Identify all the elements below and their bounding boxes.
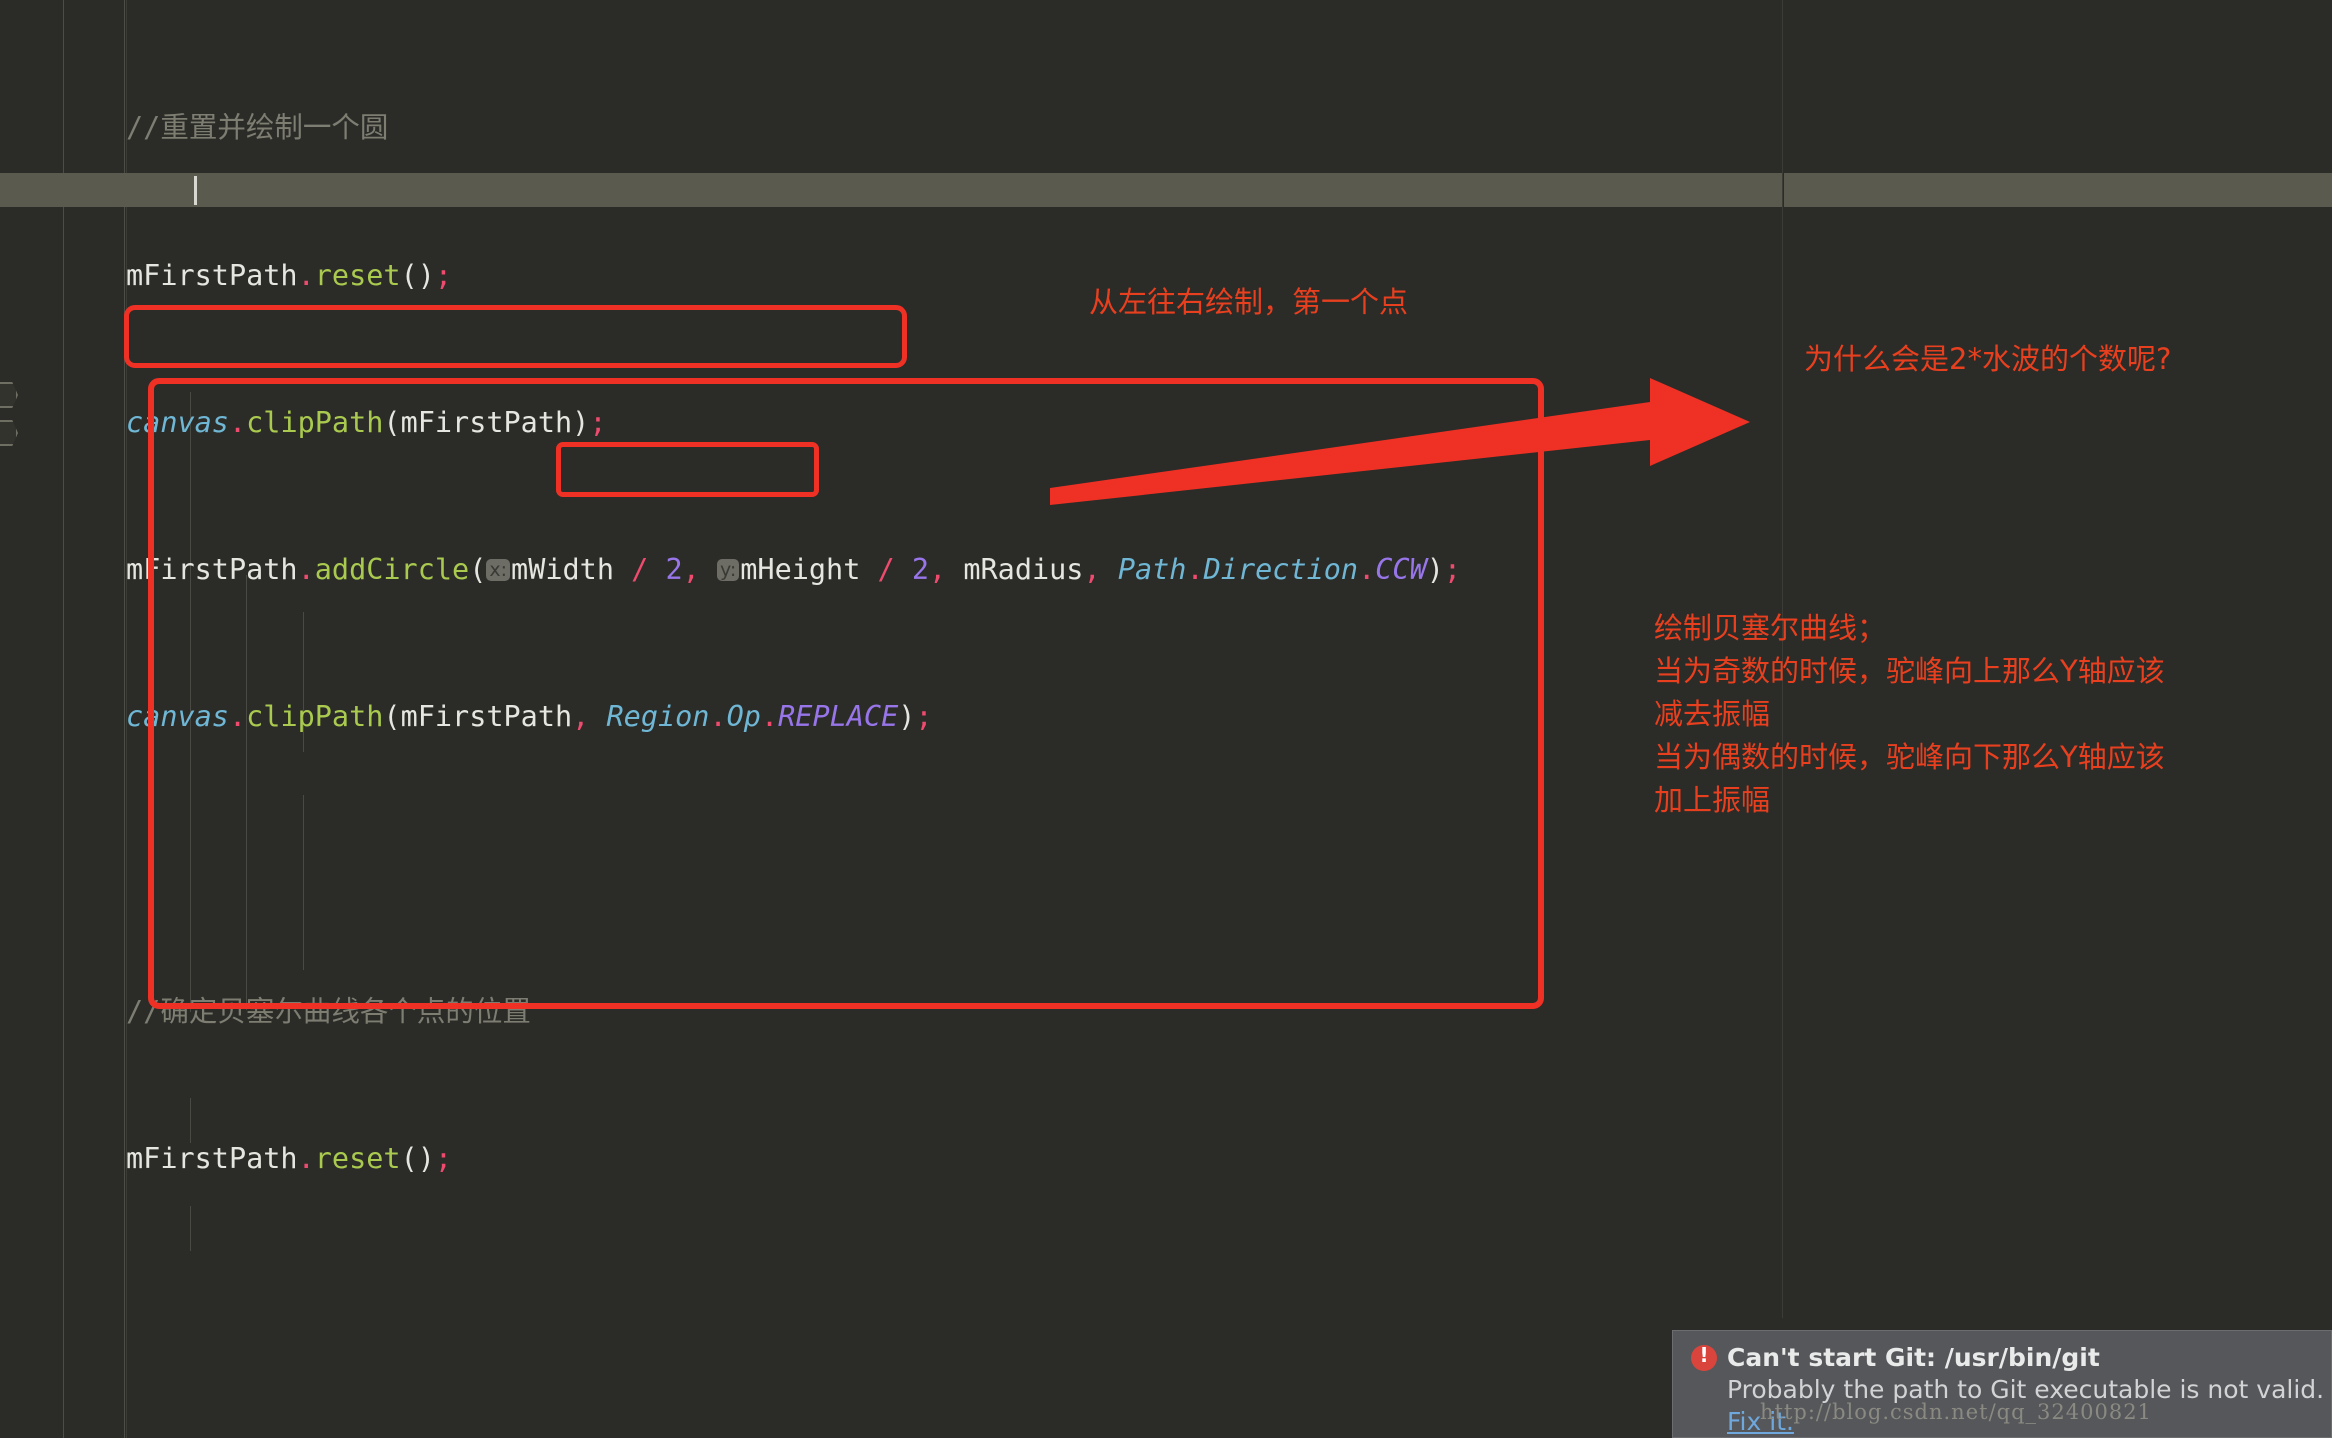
code-line[interactable]: //重置并绘制一个圆: [126, 110, 2332, 147]
comment-token: //重置并绘制一个圆: [126, 111, 389, 145]
annotation-arrow: [1050, 378, 1750, 505]
bookmark-icon[interactable]: [0, 382, 18, 408]
error-icon: [1691, 1343, 1717, 1371]
code-line[interactable]: mFirstPath.reset();: [126, 1141, 2332, 1178]
gutter-line-numbers[interactable]: [63, 0, 125, 1438]
editor-window: //重置并绘制一个圆 mFirstPath.reset(); canvas.cl…: [0, 0, 2332, 1438]
comment-token: //确定贝塞尔曲线各个点的位置: [126, 994, 531, 1028]
watermark-text: http://blog.csdn.net/qq_32400821: [1760, 1400, 2152, 1424]
param-hint-x: x:: [486, 558, 511, 581]
annotation-why-two: 为什么会是2*水波的个数呢?: [1804, 342, 2172, 376]
annotation-first-point: 从左往右绘制，第一个点: [1089, 285, 1409, 319]
param-hint-y: y:: [716, 558, 740, 581]
gutter-marker-icons[interactable]: [0, 382, 26, 448]
code-line-empty[interactable]: [126, 846, 2332, 883]
annotation-bezier: 绘制贝塞尔曲线； 当为奇数的时候，驼峰向上那么Y轴应该 减去振幅 当为偶数的时候…: [1654, 611, 2165, 817]
code-line[interactable]: //确定贝塞尔曲线各个点的位置: [126, 994, 2332, 1031]
notification-shadow: [1672, 1318, 2332, 1330]
code-line[interactable]: mFirstPath.addCircle(x: mWidth / 2, y: mHe…: [126, 552, 2332, 589]
notification-title: Can't start Git: /usr/bin/git: [1727, 1343, 2100, 1372]
bookmark-icon[interactable]: [0, 420, 18, 446]
gutter-outer[interactable]: [0, 0, 63, 1438]
